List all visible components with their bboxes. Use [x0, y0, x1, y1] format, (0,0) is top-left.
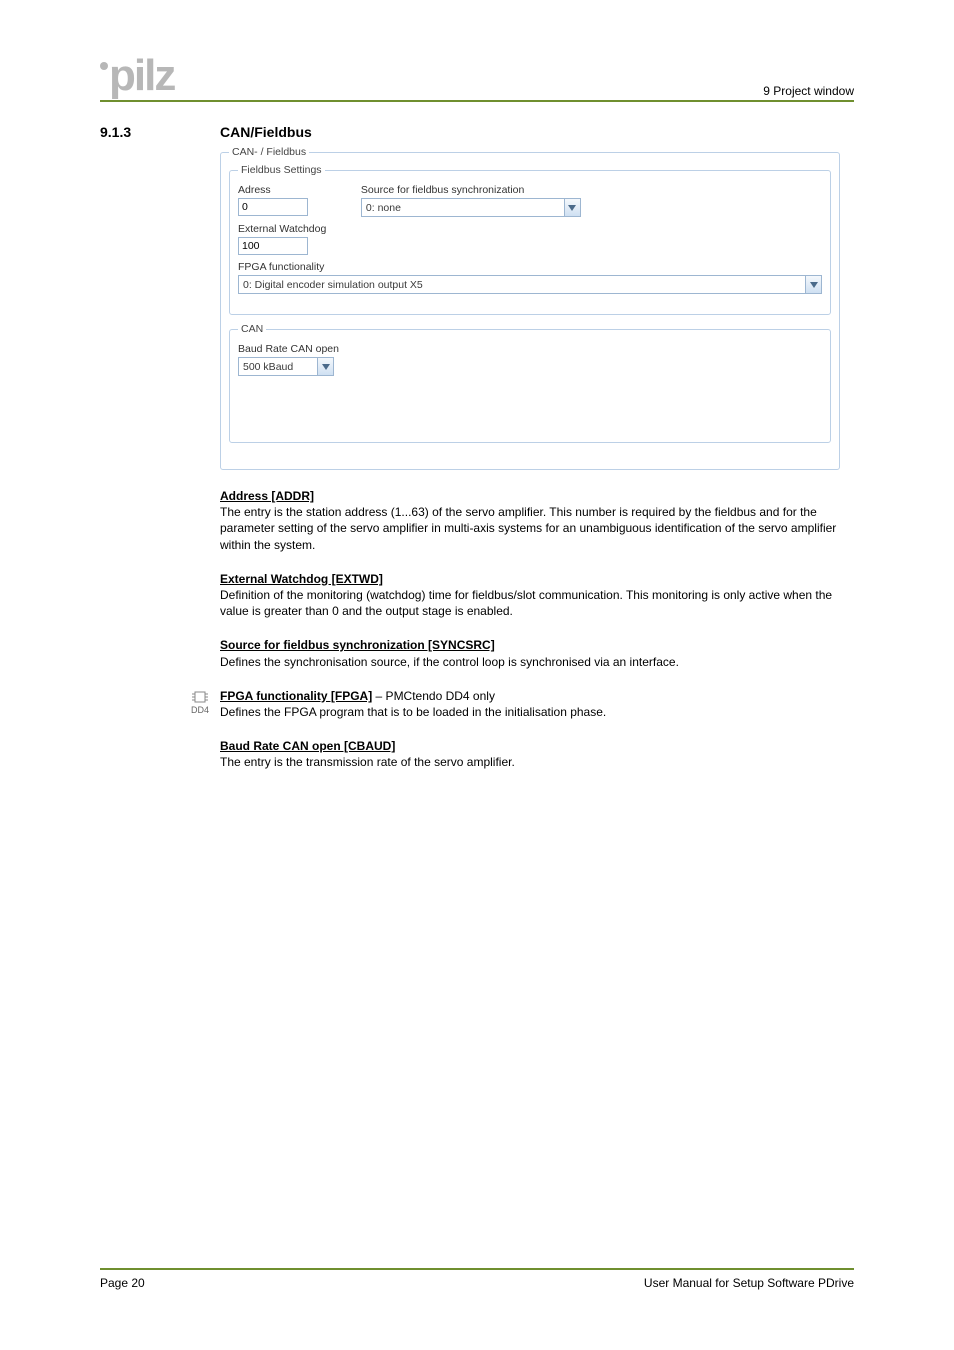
can-fieldbus-group: CAN- / Fieldbus Fieldbus Settings Adress… [220, 146, 840, 470]
desc-extwd: External Watchdog [EXTWD] Definition of … [220, 571, 854, 620]
baud-value: 500 kBaud [243, 361, 293, 373]
chevron-down-icon [564, 199, 580, 216]
section-title: CAN/Fieldbus [220, 124, 312, 140]
desc-addr-body: The entry is the station address (1...63… [220, 504, 854, 553]
syncsrc-value: 0: none [366, 202, 401, 214]
desc-fpga-suffix: – PMCtendo DD4 only [372, 689, 495, 703]
can-legend: CAN [238, 323, 266, 335]
extwd-input[interactable] [238, 237, 308, 255]
desc-fpga-title-line: FPGA functionality [FPGA] – PMCtendo DD4… [220, 688, 606, 704]
desc-sync-title: Source for fieldbus synchronization [SYN… [220, 637, 854, 653]
desc-sync-body: Defines the synchronisation source, if t… [220, 654, 854, 670]
footer-left: Page 20 [100, 1276, 145, 1290]
address-sync-row: Adress Source for fieldbus synchronizati… [238, 184, 822, 217]
extwd-row: External Watchdog [238, 223, 822, 255]
address-input[interactable] [238, 198, 308, 216]
desc-fpga: DD4 FPGA functionality [FPGA] – PMCtendo… [220, 688, 854, 720]
syncsrc-label: Source for fieldbus synchronization [361, 184, 581, 196]
fpga-label: FPGA functionality [238, 261, 822, 273]
chip-icon [192, 690, 208, 704]
fpga-value: 0: Digital encoder simulation output X5 [243, 279, 423, 291]
can-fieldbus-legend: CAN- / Fieldbus [229, 146, 309, 158]
baud-row: Baud Rate CAN open 500 kBaud [238, 343, 822, 376]
desc-extwd-title: External Watchdog [EXTWD] [220, 571, 854, 587]
chevron-down-icon [805, 276, 821, 293]
fpga-select[interactable]: 0: Digital encoder simulation output X5 [238, 275, 822, 294]
desc-baud-body: The entry is the transmission rate of th… [220, 754, 854, 770]
page: pilz 9 Project window 9.1.3 CAN/Fieldbus… [0, 0, 954, 1350]
header-rule [100, 100, 854, 102]
extwd-label: External Watchdog [238, 223, 822, 235]
chevron-down-icon [317, 358, 333, 375]
form-screenshot: CAN- / Fieldbus Fieldbus Settings Adress… [220, 146, 834, 470]
address-label: Adress [238, 184, 358, 196]
desc-fpga-title: FPGA functionality [FPGA] [220, 689, 372, 703]
desc-sync: Source for fieldbus synchronization [SYN… [220, 637, 854, 669]
desc-fpga-body: Defines the FPGA program that is to be l… [220, 704, 606, 720]
indented-body: CAN- / Fieldbus Fieldbus Settings Adress… [220, 146, 854, 770]
header-breadcrumb: 9 Project window [763, 84, 854, 98]
page-footer: Page 20 User Manual for Setup Software P… [100, 1268, 854, 1290]
section-number: 9.1.3 [100, 124, 220, 140]
desc-baud-title: Baud Rate CAN open [CBAUD] [220, 738, 854, 754]
content-area: 9.1.3 CAN/Fieldbus CAN- / Fieldbus Field… [100, 124, 854, 770]
logo-text: pilz [100, 51, 174, 100]
footer-rule [100, 1268, 854, 1270]
brand-logo: pilz [100, 56, 174, 96]
desc-addr: Address [ADDR] The entry is the station … [220, 488, 854, 553]
syncsrc-select[interactable]: 0: none [361, 198, 581, 217]
fpga-row-form: FPGA functionality 0: Digital encoder si… [238, 261, 822, 294]
baud-select[interactable]: 500 kBaud [238, 357, 334, 376]
fieldbus-settings-legend: Fieldbus Settings [238, 164, 325, 176]
desc-baud: Baud Rate CAN open [CBAUD] The entry is … [220, 738, 854, 770]
section-heading-row: 9.1.3 CAN/Fieldbus [100, 124, 854, 140]
footer-right: User Manual for Setup Software PDrive [644, 1276, 854, 1290]
can-group: CAN Baud Rate CAN open 500 kBaud [229, 323, 831, 443]
baud-label: Baud Rate CAN open [238, 343, 822, 355]
dd4-label: DD4 [180, 706, 220, 715]
desc-extwd-body: Definition of the monitoring (watchdog) … [220, 587, 854, 619]
desc-addr-title: Address [ADDR] [220, 488, 854, 504]
dd4-badge: DD4 [180, 688, 220, 716]
fieldbus-settings-group: Fieldbus Settings Adress Source for fiel… [229, 164, 831, 315]
